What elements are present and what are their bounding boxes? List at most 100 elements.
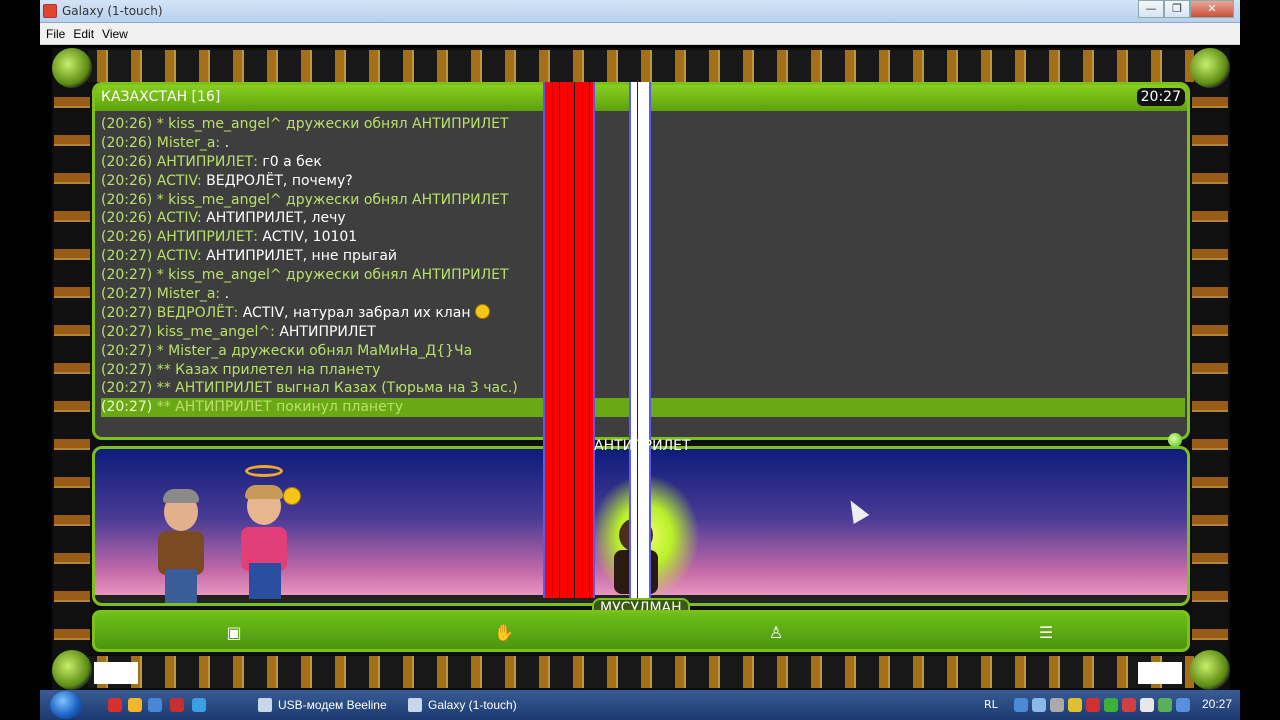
- tray-icon[interactable]: [1176, 698, 1190, 712]
- window-titlebar[interactable]: Galaxy (1-touch) — ❐ ✕: [40, 0, 1240, 23]
- message-nick[interactable]: * kiss_me_angel^ дружески обнял АНТИПРИЛ…: [157, 192, 509, 208]
- message-text: г0 а бек: [262, 153, 322, 170]
- menu-edit[interactable]: Edit: [71, 23, 100, 44]
- alien-corner-icon: [1190, 48, 1230, 88]
- modem-icon: [258, 698, 272, 712]
- grin-emoji-icon: [474, 303, 490, 319]
- menu-bar: File Edit View: [40, 23, 1240, 45]
- message-time: (20:27): [101, 323, 153, 340]
- status-light-icon: [1168, 433, 1182, 447]
- message-time: (20:27): [101, 361, 153, 378]
- avatar-legs: [249, 563, 281, 599]
- frame-border-left: [54, 84, 90, 654]
- message-time: (20:27): [101, 380, 153, 397]
- task-label: USB-модем Beeline: [278, 698, 387, 712]
- message-text: .: [224, 134, 230, 151]
- avatar-legs: [165, 569, 197, 603]
- message-nick[interactable]: * Mister_a дружески обнял МаМиНа_Д{}Ча: [157, 343, 472, 359]
- chat-clock: 20:27: [1136, 88, 1185, 106]
- tray-icon[interactable]: [1032, 698, 1046, 712]
- red-energy-pillar: [543, 82, 595, 598]
- start-button[interactable]: [50, 691, 82, 719]
- taskbar-clock[interactable]: 20:27: [1202, 697, 1232, 711]
- windows-taskbar: USB-модем Beeline Galaxy (1-touch) RL 20…: [40, 690, 1240, 720]
- volume-icon[interactable]: [1140, 698, 1154, 712]
- minimize-button[interactable]: —: [1138, 0, 1164, 18]
- message-nick[interactable]: ACTIV:: [157, 248, 202, 264]
- tray-icon[interactable]: [1158, 698, 1172, 712]
- java-icon: [408, 698, 422, 712]
- java-app-icon: [43, 4, 57, 18]
- message-text: АНТИПРИЛЕТ: [279, 323, 376, 340]
- tray-icon[interactable]: [1014, 698, 1028, 712]
- halo-icon: [245, 465, 283, 477]
- network-icon[interactable]: [1104, 698, 1118, 712]
- avast-icon[interactable]: [128, 698, 142, 712]
- avatar-kiss-me-angel[interactable]: [233, 465, 303, 599]
- chat-bubble-icon[interactable]: ▣: [223, 623, 245, 643]
- message-nick[interactable]: ВЕДРОЛЁТ:: [157, 305, 239, 321]
- ff-icon[interactable]: [170, 698, 184, 712]
- message-nick[interactable]: АНТИПРИЛЕТ:: [157, 154, 258, 170]
- task-usb-modem[interactable]: USB-модем Beeline: [256, 693, 387, 717]
- message-nick[interactable]: * kiss_me_angel^ дружески обнял АНТИПРИЛ…: [157, 267, 509, 283]
- tray-icon[interactable]: [1122, 698, 1136, 712]
- room-title: КАЗАХСТАН [16]: [101, 89, 221, 105]
- message-time: (20:26): [101, 191, 153, 208]
- language-indicator[interactable]: RL: [984, 698, 998, 711]
- avatar-mister-a[interactable]: [151, 489, 211, 603]
- menu-view[interactable]: View: [100, 23, 134, 44]
- frame-border-right: [1192, 84, 1228, 654]
- message-time: (20:27): [101, 342, 153, 359]
- message-text: ВЕДРОЛЁТ, почему?: [206, 172, 353, 189]
- message-time: (20:26): [101, 153, 153, 170]
- message-nick[interactable]: * kiss_me_angel^ дружески обнял АНТИПРИЛ…: [157, 116, 509, 132]
- message-time: (20:26): [101, 134, 153, 151]
- alien-corner-icon: [1190, 650, 1230, 690]
- message-text: ACTIV, натурал забрал их клан: [242, 304, 471, 321]
- message-text: ACTIV, 10101: [262, 229, 358, 246]
- frame-border-bottom: [88, 656, 1194, 688]
- list-icon[interactable]: ☰: [1035, 623, 1057, 643]
- close-button[interactable]: ✕: [1190, 0, 1234, 18]
- person-icon[interactable]: ♙: [765, 623, 787, 643]
- message-nick[interactable]: Mister_a:: [157, 286, 220, 302]
- message-nick[interactable]: АНТИПРИЛЕТ:: [157, 229, 258, 245]
- tray-icon[interactable]: [1086, 698, 1100, 712]
- task-galaxy[interactable]: Galaxy (1-touch): [406, 693, 517, 717]
- avatar-name-top: АНТИПРИЛЕТ: [594, 438, 691, 454]
- message-nick[interactable]: ** АНТИПРИЛЕТ выгнал Казах (Тюрьма на 3 …: [157, 380, 518, 396]
- message-nick[interactable]: Mister_a:: [157, 135, 220, 151]
- opera-icon[interactable]: [108, 698, 122, 712]
- message-nick[interactable]: kiss_me_angel^:: [157, 324, 275, 340]
- corner-box-left: [94, 662, 138, 684]
- message-text: АНТИПРИЛЕТ, лечу: [206, 210, 346, 227]
- message-time: (20:27): [101, 267, 153, 284]
- ie-icon[interactable]: [192, 698, 206, 712]
- message-time: (20:27): [101, 286, 153, 303]
- white-energy-pillar: [629, 82, 651, 598]
- app-icon[interactable]: [148, 698, 162, 712]
- message-nick[interactable]: ACTIV:: [157, 173, 202, 189]
- tray-icon[interactable]: [1050, 698, 1064, 712]
- message-time: (20:26): [101, 172, 153, 189]
- alien-corner-icon: [52, 48, 92, 88]
- message-time: (20:27): [101, 399, 153, 416]
- message-text: АНТИПРИЛЕТ, нне прыгай: [206, 248, 398, 265]
- message-nick[interactable]: ACTIV:: [157, 210, 202, 226]
- shield-icon[interactable]: [1068, 698, 1082, 712]
- maximize-button[interactable]: ❐: [1164, 0, 1190, 18]
- cap-icon: [163, 489, 199, 503]
- mouse-cursor-icon: [842, 495, 870, 525]
- message-nick[interactable]: ** АНТИПРИЛЕТ покинул планету: [157, 399, 403, 415]
- window-title: Galaxy (1-touch): [62, 4, 163, 18]
- message-nick[interactable]: ** Казах прилетел на планету: [157, 362, 381, 378]
- frame-border-top: [88, 50, 1194, 82]
- bottom-toolbar: ▣ ✋ ♙ ☰: [92, 610, 1190, 652]
- task-label: Galaxy (1-touch): [428, 698, 517, 712]
- corner-box-right: [1138, 662, 1182, 684]
- grin-emoji-icon: [283, 487, 301, 505]
- hand-icon[interactable]: ✋: [493, 623, 515, 643]
- menu-file[interactable]: File: [44, 23, 71, 44]
- message-text: .: [224, 286, 230, 303]
